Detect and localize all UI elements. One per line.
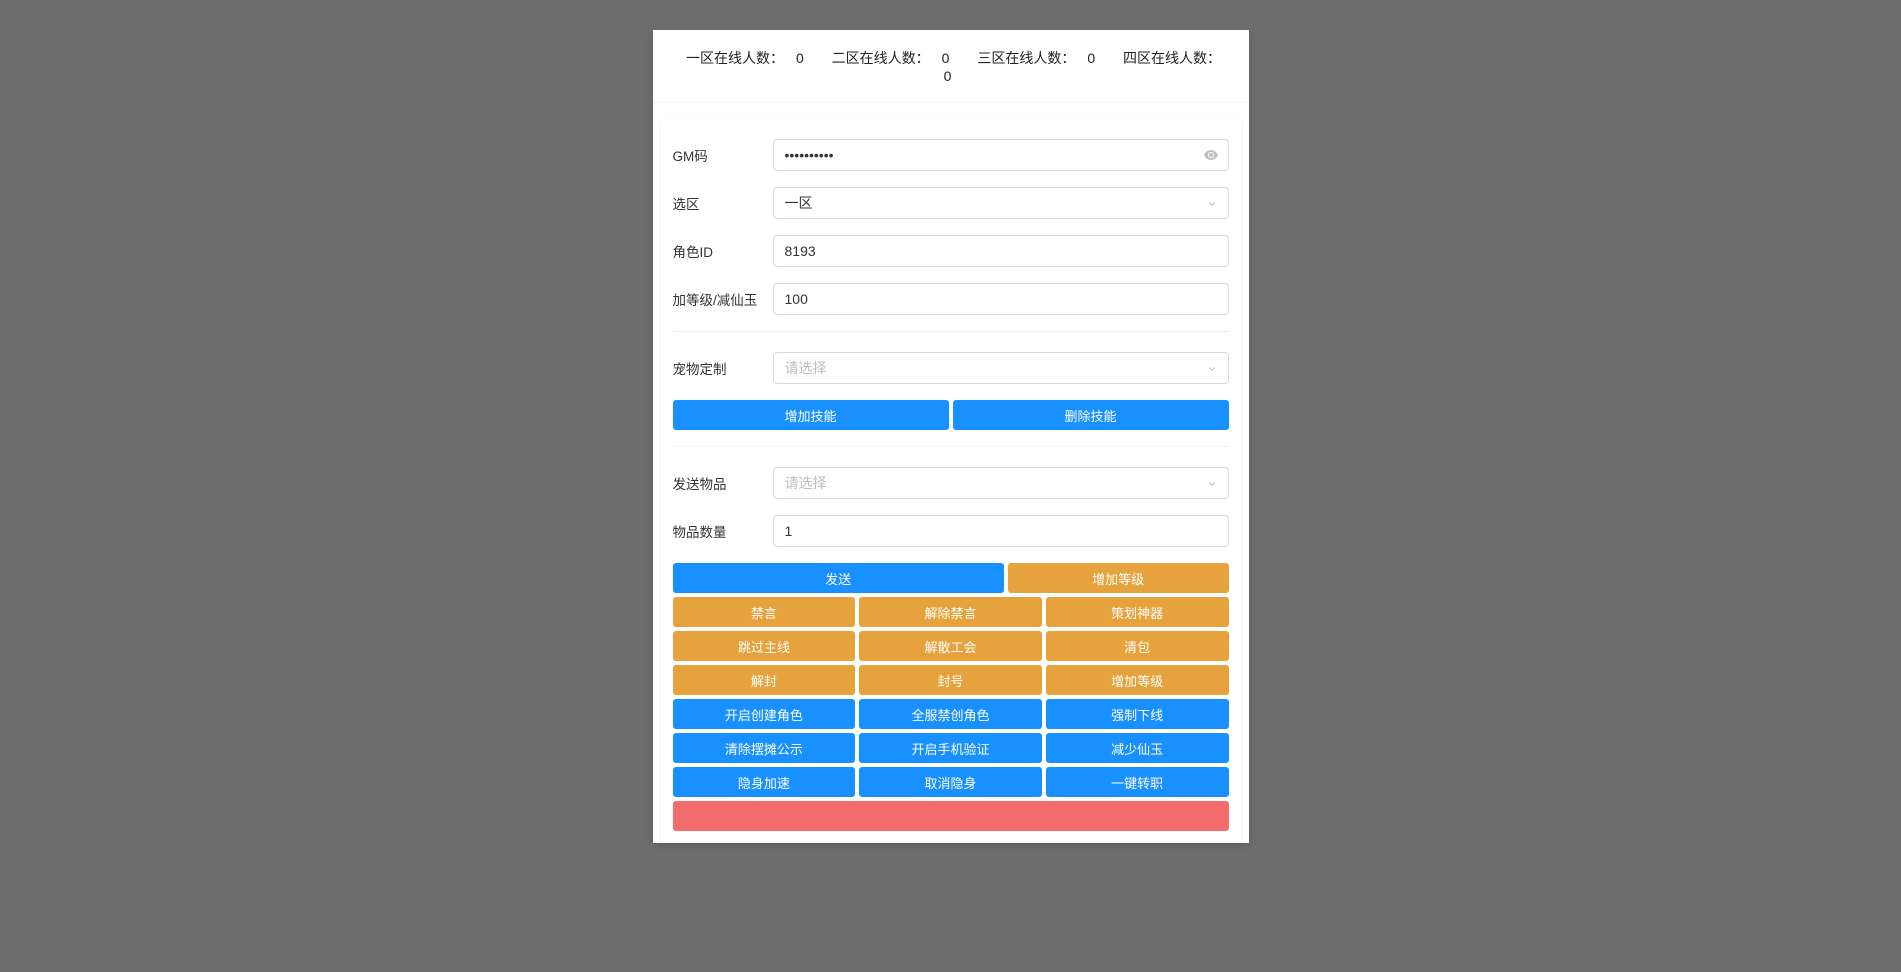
chevron-down-icon (1206, 362, 1218, 374)
pet-label: 宠物定制 (673, 358, 773, 378)
zone1-value: 0 (796, 50, 804, 66)
level-label: 加等级/减仙玉 (673, 289, 773, 309)
admin-panel: 一区在线人数： 0 二区在线人数： 0 三区在线人数： 0 四区在线人数： 0 GM码 … (653, 30, 1249, 843)
gm-code-input[interactable] (773, 139, 1229, 171)
zone-label: 选区 (673, 193, 773, 213)
seal-button[interactable]: 封号 (859, 665, 1042, 695)
send-button[interactable]: 发送 (673, 563, 1004, 593)
role-id-label: 角色ID (673, 241, 773, 261)
clear-display-button[interactable]: 清除摆摊公示 (673, 733, 856, 763)
divider (673, 446, 1229, 447)
zone-select-value: 一区 (785, 193, 813, 213)
item-qty-input[interactable] (773, 515, 1229, 547)
red-action-bar[interactable] (673, 801, 1229, 831)
cancel-stealth-button[interactable]: 取消隐身 (859, 767, 1042, 797)
clear-bag-button[interactable]: 清包 (1046, 631, 1229, 661)
delete-skill-button[interactable]: 删除技能 (953, 400, 1229, 430)
item-qty-label: 物品数量 (673, 521, 773, 541)
skip-main-button[interactable]: 跳过主线 (673, 631, 856, 661)
eye-icon[interactable] (1203, 147, 1219, 163)
chevron-down-icon (1206, 477, 1218, 489)
zone2-label: 二区在线人数： (832, 50, 930, 66)
level-input[interactable] (773, 283, 1229, 315)
send-item-placeholder: 请选择 (785, 473, 827, 493)
zone1-label: 一区在线人数： (686, 50, 784, 66)
zone4-label: 四区在线人数： (1123, 50, 1221, 66)
online-stats-bar: 一区在线人数： 0 二区在线人数： 0 三区在线人数： 0 四区在线人数： 0 (653, 30, 1249, 103)
reduce-xianyu-button[interactable]: 减少仙玉 (1046, 733, 1229, 763)
add-level-button[interactable]: 增加等级 (1008, 563, 1229, 593)
one-click-job-button[interactable]: 一键转职 (1046, 767, 1229, 797)
send-item-select[interactable]: 请选择 (773, 467, 1229, 499)
unseal-button[interactable]: 解封 (673, 665, 856, 695)
form-card: GM码 选区 一区 角色ID (661, 119, 1241, 843)
zone4-value: 0 (944, 68, 952, 84)
role-id-input[interactable] (773, 235, 1229, 267)
plan-artifact-button[interactable]: 策划神器 (1046, 597, 1229, 627)
add-level2-button[interactable]: 增加等级 (1046, 665, 1229, 695)
pet-select-placeholder: 请选择 (785, 358, 827, 378)
global-nocreate-button[interactable]: 全服禁创角色 (859, 699, 1042, 729)
open-phone-button[interactable]: 开启手机验证 (859, 733, 1042, 763)
mute-button[interactable]: 禁言 (673, 597, 856, 627)
pet-select[interactable]: 请选择 (773, 352, 1229, 384)
zone3-label: 三区在线人数： (977, 50, 1075, 66)
zone3-value: 0 (1087, 50, 1095, 66)
send-item-label: 发送物品 (673, 473, 773, 493)
stealth-speed-button[interactable]: 隐身加速 (673, 767, 856, 797)
gm-code-label: GM码 (673, 145, 773, 165)
open-create-button[interactable]: 开启创建角色 (673, 699, 856, 729)
unmute-button[interactable]: 解除禁言 (859, 597, 1042, 627)
disband-guild-button[interactable]: 解散工会 (859, 631, 1042, 661)
add-skill-button[interactable]: 增加技能 (673, 400, 949, 430)
force-offline-button[interactable]: 强制下线 (1046, 699, 1229, 729)
zone-select[interactable]: 一区 (773, 187, 1229, 219)
chevron-down-icon (1206, 197, 1218, 209)
zone2-value: 0 (942, 50, 950, 66)
divider (673, 331, 1229, 332)
